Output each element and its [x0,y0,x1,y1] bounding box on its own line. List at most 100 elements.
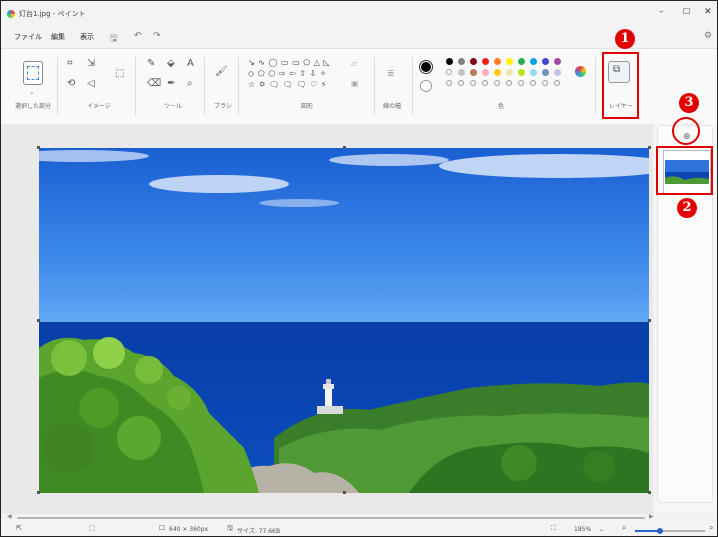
resize-handle[interactable] [343,146,346,149]
color-swatch[interactable] [482,58,489,65]
color-swatch[interactable] [506,69,513,76]
zoom-level[interactable]: 185% [574,526,591,533]
custom-color-slot[interactable] [506,80,512,86]
text-tool-icon[interactable]: A [187,59,194,69]
scrollbar-thumb[interactable] [17,517,645,519]
minimize-button[interactable]: – [659,7,664,17]
settings-icon[interactable]: ⚙ [704,31,712,41]
shape-fill-icon[interactable]: ▣ [351,79,359,89]
menu-edit[interactable]: 編集 [51,32,65,42]
status-bar: ⇱ ⬚ ☐ 640 × 360px 🖫 サイズ: 77.6KB ⛶ 185% ⌄… [1,523,717,536]
menu-view[interactable]: 表示 [80,32,94,42]
redo-icon[interactable]: ↷ [153,31,161,41]
color-swatch[interactable] [494,69,501,76]
canvas-area[interactable] [1,124,653,514]
color-swatch[interactable] [506,58,513,65]
color-swatch[interactable] [482,69,489,76]
selection-size-icon: ⬚ [89,524,96,532]
resize-icon[interactable]: ⇲ [87,59,95,69]
shape-outline-icon[interactable]: ▱ [351,59,357,69]
shapes-row-2[interactable]: ◇ ⬠ ⬡ ⇨ ⇦ ⇧ ⇩ ✧ [248,69,327,78]
custom-color-slot[interactable] [458,80,464,86]
color-swatch[interactable] [446,69,452,75]
selection-tool-button[interactable] [23,61,43,85]
color-swatch[interactable] [530,69,537,76]
flip-icon[interactable]: ◁ [87,79,95,89]
color-picker-icon[interactable]: ✒ [167,79,175,89]
resize-handle[interactable] [343,491,346,494]
group-label-shapes: 図形 [301,103,314,110]
color-swatch[interactable] [518,58,525,65]
group-label-stroke: 線の幅 [383,103,402,110]
canvas-size-icon: ☐ [159,524,166,532]
crop-icon[interactable]: ⌗ [67,59,73,69]
menu-bar: ファイル 編集 表示 🖫 ↶ ↷ ⚙ [1,29,717,47]
canvas-image[interactable] [39,148,649,493]
resize-handle[interactable] [648,491,651,494]
highlight-layer-thumbnail [656,146,713,195]
color-swatch[interactable] [458,58,465,65]
color-swatch[interactable] [554,69,561,76]
rotate-icon[interactable]: ⟲ [67,79,75,89]
secondary-color-button[interactable] [420,80,432,92]
file-size-text: サイズ: 77.6KB [237,528,281,535]
highlight-layers-button [602,52,639,119]
ribbon-divider [204,57,205,115]
custom-color-slot[interactable] [542,80,548,86]
custom-color-slot[interactable] [470,80,476,86]
shapes-row-1[interactable]: ↘ ∿ ◯ ▭ ▭ ⬠ △ ◺ [248,58,330,67]
custom-color-slot[interactable] [518,80,524,86]
color-swatch[interactable] [446,58,453,65]
custom-color-slot[interactable] [446,80,452,86]
undo-icon[interactable]: ↶ [134,31,142,41]
brush-icon[interactable]: 🖌 [215,67,228,77]
custom-color-slot[interactable] [482,80,488,86]
primary-color-button[interactable] [419,60,433,74]
resize-handle[interactable] [37,146,40,149]
horizontal-scrollbar[interactable]: ◀ ▶ [1,513,717,522]
custom-color-slot[interactable] [554,80,560,86]
paint-app-icon [7,10,15,18]
annotation-badge-1: 1 [615,29,635,49]
ribbon-divider [595,57,596,115]
custom-color-slot[interactable] [530,80,536,86]
color-swatch[interactable] [458,69,465,76]
scroll-right-icon[interactable]: ▶ [649,513,654,520]
fill-icon[interactable]: ⬙ [167,59,175,69]
chevron-down-icon[interactable]: ⌄ [599,526,604,533]
color-swatch[interactable] [530,58,537,65]
color-swatch[interactable] [518,69,525,76]
image-select-icon[interactable]: ⬚ [115,69,124,79]
lighthouse-photo [39,148,649,493]
resize-handle[interactable] [648,146,651,149]
resize-handle[interactable] [37,491,40,494]
chevron-down-icon[interactable]: ⌄ [29,87,35,97]
color-swatch[interactable] [554,58,561,65]
ribbon-divider [238,57,239,115]
color-swatch[interactable] [470,58,477,65]
zoom-slider[interactable] [635,528,705,534]
save-icon[interactable]: 🖫 [110,31,118,47]
color-swatch[interactable] [542,69,549,76]
shapes-row-3[interactable]: ☆ ✡ 🗨 🗨 🗨 ♡ ⚡ [248,80,327,89]
eraser-icon[interactable]: ⌫ [147,79,161,89]
group-label-brush: ブラシ [214,103,232,110]
close-button[interactable]: ✕ [704,7,712,17]
color-swatch[interactable] [542,58,549,65]
color-swatch[interactable] [470,69,477,76]
annotation-badge-2: 2 [677,198,697,218]
scroll-left-icon[interactable]: ◀ [7,513,12,520]
magnifier-icon[interactable]: ⌕ [187,79,193,89]
pencil-icon[interactable]: ✎ [147,59,155,69]
resize-handle[interactable] [648,319,651,322]
maximize-button[interactable]: ☐ [683,7,690,16]
zoom-out-icon[interactable]: ⌕ [622,523,626,533]
edit-colors-icon[interactable] [575,66,586,77]
color-swatch[interactable] [494,58,501,65]
stroke-width-icon[interactable]: ≣ [387,69,395,79]
menu-file[interactable]: ファイル [14,32,42,42]
resize-handle[interactable] [37,319,40,322]
fit-to-window-icon[interactable]: ⛶ [551,524,556,533]
zoom-in-icon[interactable]: ⌕ [709,523,713,533]
custom-color-slot[interactable] [494,80,500,86]
